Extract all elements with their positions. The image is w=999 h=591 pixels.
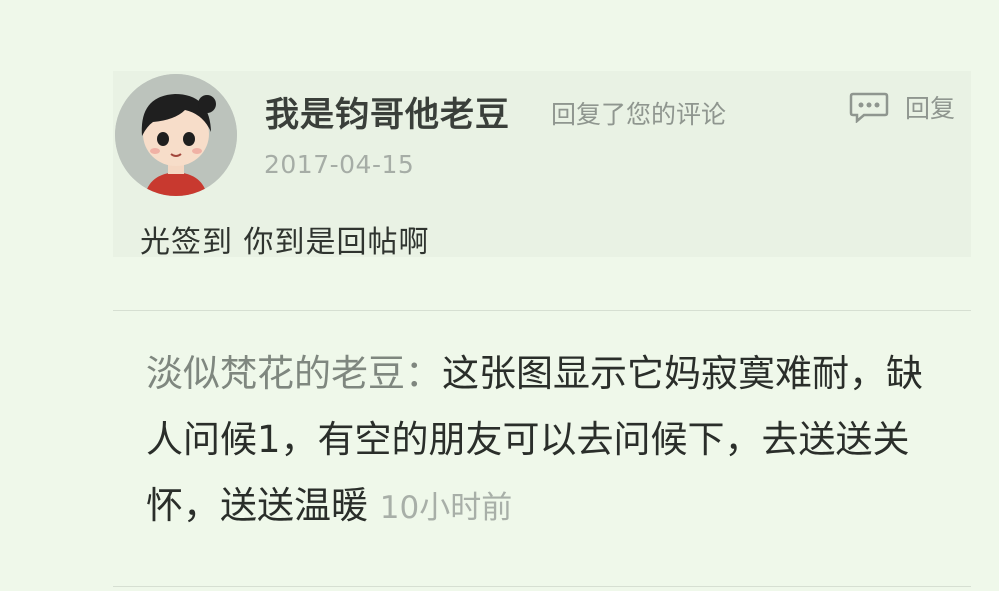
reply-separator: ： [405, 352, 442, 395]
quoted-username[interactable]: 我是钧哥他老豆 [265, 87, 510, 136]
avatar[interactable] [115, 74, 237, 196]
comment-bubble-icon [849, 92, 889, 123]
reply-username[interactable]: 淡似梵花的老豆 [146, 352, 405, 395]
quoted-comment-card[interactable]: 我是钧哥他老豆 回复了您的评论 回复 2017-04-15 光签到 你到是回帖啊 [113, 71, 971, 260]
divider [113, 310, 971, 311]
comment-date: 2017-04-15 [264, 150, 415, 179]
cartoon-girl-avatar-icon [115, 74, 237, 196]
divider-bottom [113, 586, 971, 587]
reply-time: 10小时前 [379, 490, 513, 526]
reply-button[interactable]: 回复 [849, 89, 955, 125]
reply-label: 回复 [905, 94, 956, 123]
quoted-comment-text: 光签到 你到是回帖啊 [140, 225, 430, 260]
reply-action-text: 回复了您的评论 [551, 100, 727, 129]
reply-comment[interactable]: 淡似梵花的老豆：这张图显示它妈寂寞难耐，缺人问候1，有空的朋友可以去问候下，去送… [146, 341, 936, 541]
